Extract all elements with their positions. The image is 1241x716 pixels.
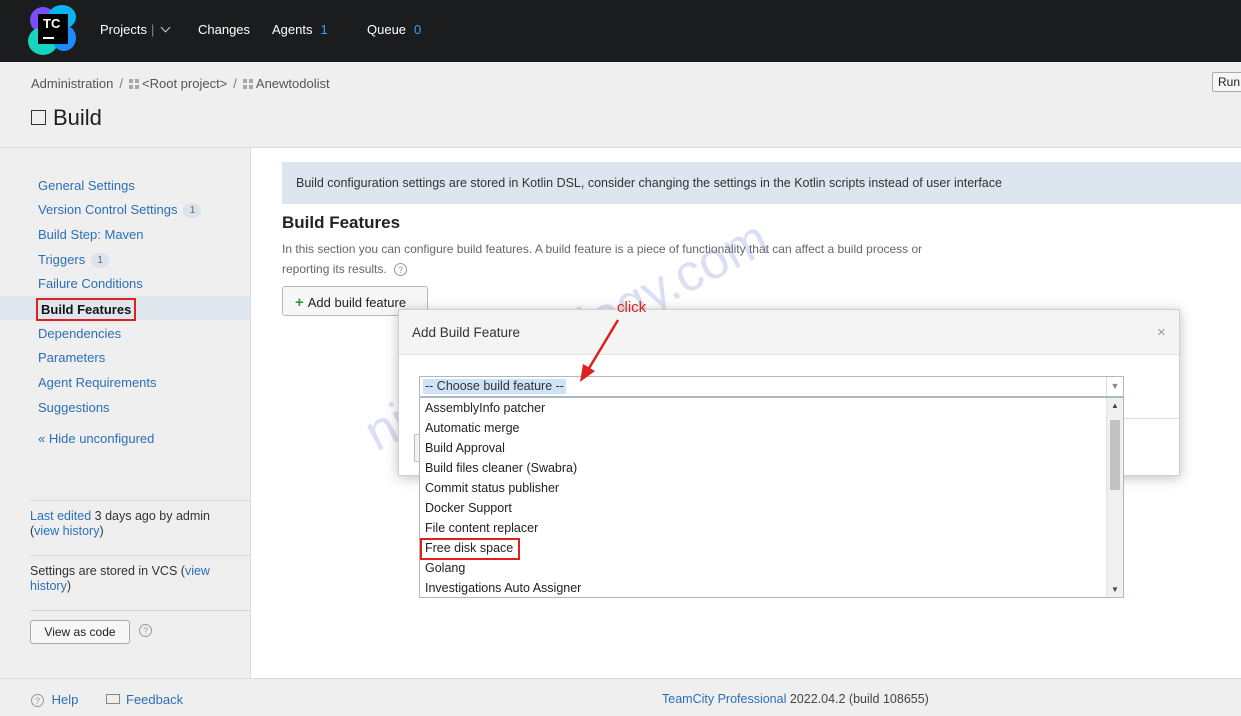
vcs-info: Settings are stored in VCS (view history… (30, 564, 210, 593)
scroll-up-icon[interactable]: ▲ (1107, 401, 1123, 410)
divider (30, 500, 250, 501)
top-navbar: TC Projects | Changes Agents 1 Queue 0 (0, 0, 1241, 62)
build-feature-dropdown: AssemblyInfo patcher Automatic merge Bui… (419, 397, 1124, 598)
dialog-header: Add Build Feature × (399, 310, 1179, 355)
grid-icon (242, 79, 253, 89)
help-icon: ? (31, 694, 44, 707)
dropdown-option[interactable]: Golang (425, 561, 465, 575)
sidebar-item-suggestions[interactable]: Suggestions (38, 400, 110, 415)
dropdown-option-free-disk-space[interactable]: Free disk space (420, 538, 521, 560)
feedback-label: Feedback (126, 692, 184, 707)
build-feature-select[interactable]: -- Choose build feature -- ▼ (419, 376, 1124, 397)
close-icon[interactable]: × (1157, 324, 1166, 341)
sidebar-item-vcs-settings[interactable]: Version Control Settings 1 (38, 202, 202, 218)
divider (30, 555, 250, 556)
logo-mark: TC (38, 14, 68, 44)
grid-icon (129, 79, 139, 89)
sidebar-item-build-step[interactable]: Build Step: Maven (38, 227, 144, 242)
help-icon[interactable]: ? (139, 624, 152, 637)
queue-count: 0 (414, 22, 422, 37)
product-link[interactable]: TeamCity Professional (662, 692, 786, 706)
kotlin-dsl-banner: Build configuration settings are stored … (282, 162, 1241, 204)
count-badge: 1 (91, 253, 110, 268)
teamcity-logo[interactable]: TC (28, 5, 78, 55)
last-edited-text: 3 days ago by admin (91, 509, 210, 523)
help-link[interactable]: ? Help (31, 692, 78, 707)
annotation-arrow-icon (580, 319, 620, 382)
last-edited-link[interactable]: Last edited (30, 509, 91, 523)
mail-icon (106, 694, 120, 704)
breadcrumb-root-project[interactable]: <Root project> (142, 76, 227, 91)
dropdown-option[interactable]: AssemblyInfo patcher (425, 401, 545, 415)
nav-agents-label: Agents (272, 22, 313, 37)
dropdown-option[interactable]: Build Approval (425, 441, 505, 455)
scroll-down-icon[interactable]: ▼ (1107, 585, 1123, 594)
page-title: Build (31, 105, 102, 131)
help-label: Help (51, 692, 79, 707)
dropdown-option[interactable]: Build files cleaner (Swabra) (425, 461, 577, 475)
breadcrumb-project[interactable]: Anewtodolist (256, 76, 330, 91)
breadcrumb: Administration / <Root project> / Anewtodoli… (31, 76, 330, 91)
last-edited-info: Last edited 3 days ago by admin (view his… (30, 509, 210, 538)
sidebar-item-triggers[interactable]: Triggers 1 (38, 252, 110, 268)
dropdown-option[interactable]: Investigations Auto Assigner (425, 581, 581, 595)
add-build-feature-label: Add build feature (307, 295, 407, 310)
logo-text: TC (43, 16, 61, 31)
sidebar-item-agent-requirements[interactable]: Agent Requirements (38, 375, 157, 390)
chevron-down-icon[interactable] (160, 22, 171, 33)
sidebar-item-label: Triggers (38, 252, 86, 267)
vcs-text: Settings are stored in VCS ( (30, 564, 185, 578)
sidebar-item-label: Version Control Settings (38, 202, 178, 217)
dropdown-option[interactable]: Docker Support (425, 501, 512, 515)
nav-queue-label: Queue (367, 22, 407, 37)
page-footer: ? Help Feedback TeamCity Professional 20… (0, 678, 1241, 716)
view-history-link[interactable]: view history (34, 524, 99, 538)
sidebar-item-failure-conditions[interactable]: Failure Conditions (38, 276, 143, 291)
count-badge: 1 (183, 203, 202, 218)
build-config-icon (31, 110, 46, 125)
nav-projects-label: Projects (100, 22, 147, 37)
settings-sidebar: General Settings Version Control Setting… (0, 148, 251, 678)
dropdown-option[interactable]: File content replacer (425, 521, 538, 535)
nav-queue[interactable]: Queue 0 (367, 22, 421, 37)
dropdown-scrollbar[interactable]: ▲ ▼ (1106, 398, 1123, 597)
breadcrumb-administration[interactable]: Administration (31, 76, 113, 91)
dropdown-option[interactable]: Automatic merge (425, 421, 519, 435)
section-description-text: In this section you can configure build … (282, 242, 923, 276)
select-current-value: -- Choose build feature -- (423, 379, 566, 394)
sidebar-item-label: Build Features (35, 298, 137, 321)
click-annotation: click (617, 299, 647, 316)
nav-changes[interactable]: Changes (198, 22, 250, 37)
sidebar-item-parameters[interactable]: Parameters (38, 350, 105, 365)
version-text: 2022.04.2 (build 108655) (786, 692, 929, 706)
sidebar-item-dependencies[interactable]: Dependencies (38, 326, 121, 341)
page-title-text: Build (53, 105, 102, 130)
version-info: TeamCity Professional 2022.04.2 (build 1… (662, 692, 929, 706)
feedback-link[interactable]: Feedback (106, 692, 183, 707)
scrollbar-thumb[interactable] (1110, 420, 1120, 490)
hide-unconfigured-link[interactable]: « Hide unconfigured (38, 431, 154, 446)
plus-icon: + (295, 294, 304, 311)
sidebar-item-build-features[interactable]: Build Features (34, 298, 138, 321)
run-button[interactable]: Run (1212, 72, 1241, 92)
dropdown-option[interactable]: Commit status publisher (425, 481, 559, 495)
view-as-code-button[interactable]: View as code (30, 620, 130, 644)
nav-agents[interactable]: Agents 1 (272, 22, 328, 37)
page-header: Administration / <Root project> / Anewtodoli… (0, 62, 1241, 148)
section-title: Build Features (282, 213, 401, 232)
help-icon[interactable]: ? (394, 263, 408, 276)
divider (30, 610, 250, 611)
section-description: In this section you can configure build … (282, 239, 932, 279)
sidebar-item-general-settings[interactable]: General Settings (38, 178, 135, 193)
agents-count: 1 (320, 22, 328, 37)
nav-projects[interactable]: Projects | (100, 22, 171, 37)
chevron-down-icon[interactable]: ▼ (1106, 377, 1123, 396)
dialog-title: Add Build Feature (412, 325, 521, 340)
